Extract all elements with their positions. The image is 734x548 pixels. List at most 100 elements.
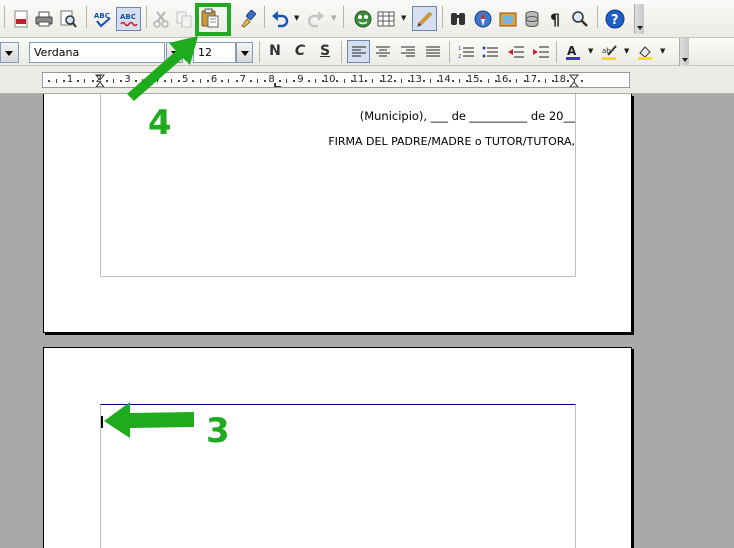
- ruler-tick: [120, 80, 123, 82]
- bold-button[interactable]: N: [265, 43, 285, 59]
- ruler-tick: [106, 80, 108, 82]
- underline-button[interactable]: S: [315, 43, 335, 59]
- ruler-number: 9: [297, 74, 304, 85]
- table-dropdown-icon[interactable]: ▼: [401, 14, 406, 22]
- ruler-tick: [286, 79, 287, 83]
- undo-icon[interactable]: [269, 8, 291, 30]
- font-name-field[interactable]: Verdana: [29, 42, 165, 63]
- navigator-icon[interactable]: [352, 8, 374, 30]
- cut-icon[interactable]: [150, 8, 172, 30]
- ruler-number: 5: [182, 74, 189, 85]
- ruler-tick: [221, 80, 224, 82]
- svg-text:ABC: ABC: [94, 12, 110, 20]
- ruler-number: 7: [239, 74, 246, 85]
- highlighting-icon[interactable]: ab: [598, 41, 620, 63]
- numbering-icon[interactable]: 12: [455, 41, 477, 63]
- ruler-tick: [62, 80, 65, 82]
- page2-text-area: [100, 404, 576, 548]
- ruler-tick: [314, 79, 316, 83]
- format-toolbar-overflow-icon[interactable]: [679, 38, 689, 66]
- increase-indent-icon[interactable]: [530, 41, 552, 63]
- show-draw-functions-icon[interactable]: [412, 6, 437, 31]
- ruler-tick: [574, 79, 575, 83]
- font-color-dropdown-icon[interactable]: ▼: [588, 47, 593, 55]
- horizontal-ruler[interactable]: 1 2 3 4 5 6 7 8 9 10 11 12 13 14 15 16 17 18: [42, 72, 630, 88]
- justify-icon[interactable]: [422, 41, 444, 63]
- ruler-number: 1: [66, 74, 74, 85]
- font-size-dropdown-icon[interactable]: [236, 42, 253, 63]
- paragraph-style-dropdown[interactable]: [0, 42, 19, 63]
- font-color-icon[interactable]: A: [562, 41, 584, 63]
- clone-formatting-icon[interactable]: [237, 8, 259, 30]
- ruler-number: 11: [351, 74, 365, 85]
- svg-text:?: ?: [611, 13, 619, 28]
- background-color-dropdown-icon[interactable]: ▼: [660, 47, 665, 55]
- undo-dropdown-icon[interactable]: ▼: [294, 14, 299, 22]
- ruler-tick: [163, 80, 166, 82]
- ruler-number: 4: [153, 74, 160, 85]
- font-name-dropdown-icon[interactable]: [166, 42, 183, 63]
- redo-dropdown-icon[interactable]: ▼: [331, 14, 336, 22]
- step4-label: 4: [148, 103, 172, 143]
- ruler-tick: [192, 80, 195, 82]
- align-left-icon[interactable]: [347, 40, 370, 63]
- ruler-tick: [458, 79, 460, 83]
- redo-icon[interactable]: [305, 8, 327, 30]
- toolbar-overflow-icon[interactable]: [634, 4, 644, 34]
- ruler-tick: [134, 80, 137, 82]
- ruler-number: 6: [210, 74, 218, 85]
- ruler-tick: [566, 80, 569, 82]
- ruler-tick: [466, 80, 468, 82]
- help-icon[interactable]: ?: [604, 8, 626, 30]
- ruler-tick: [206, 80, 209, 82]
- spellcheck-icon[interactable]: ABC: [92, 8, 114, 30]
- highlighting-dropdown-icon[interactable]: ▼: [624, 47, 629, 55]
- svg-text:A: A: [567, 44, 577, 58]
- ruler-tick: [350, 80, 353, 82]
- decrease-indent-icon[interactable]: [505, 41, 527, 63]
- ruler-tick: [278, 80, 281, 82]
- ruler-tick: [379, 80, 382, 82]
- align-right-icon[interactable]: [397, 41, 419, 63]
- compass-icon[interactable]: [472, 8, 494, 30]
- ruler-number: 13: [409, 74, 422, 85]
- font-size-field[interactable]: 12: [193, 42, 236, 63]
- gallery-icon[interactable]: [497, 8, 519, 30]
- svg-text:ABC: ABC: [120, 13, 136, 21]
- align-center-icon[interactable]: [372, 41, 394, 63]
- ruler-tick: [545, 79, 547, 83]
- print-preview-icon[interactable]: [57, 8, 79, 30]
- standard-toolbar: ABC ABC ▼ ▼ ▼ ¶ ?: [0, 0, 734, 38]
- table-icon[interactable]: [375, 8, 397, 30]
- ruler-tick: [228, 79, 230, 83]
- ruler-tick: [235, 80, 238, 82]
- copy-icon[interactable]: [173, 8, 195, 30]
- ruler-tick: [170, 79, 172, 83]
- autospellcheck-icon[interactable]: ABC: [116, 7, 141, 31]
- ruler-tick: [293, 80, 296, 82]
- svg-text:¶: ¶: [550, 10, 560, 29]
- svg-text:2: 2: [458, 54, 461, 60]
- italic-button[interactable]: C: [290, 43, 310, 59]
- export-pdf-icon[interactable]: [10, 8, 32, 30]
- step3-label: 3: [206, 411, 230, 451]
- print-icon[interactable]: [33, 8, 55, 30]
- zoom-icon[interactable]: [569, 8, 591, 30]
- background-color-icon[interactable]: [634, 41, 656, 63]
- ruler-number: 17: [524, 74, 538, 85]
- ruler-tick: [250, 80, 252, 82]
- find-replace-icon[interactable]: [447, 8, 469, 30]
- ruler-tick: [401, 79, 403, 83]
- document-page-2[interactable]: [43, 347, 632, 548]
- formatting-marks-icon[interactable]: ¶: [545, 8, 567, 30]
- ruler-tick: [494, 80, 497, 82]
- data-sources-icon[interactable]: [521, 8, 543, 30]
- ruler-number: 15: [466, 74, 480, 85]
- ruler-tick: [322, 80, 324, 82]
- document-page-1[interactable]: (Municipio), ___ de __________ de 20__ F…: [43, 92, 632, 333]
- bullets-icon[interactable]: [479, 41, 501, 63]
- ruler-tick: [178, 80, 180, 82]
- ruler-tick: [84, 79, 86, 83]
- ruler-tick: [149, 80, 152, 82]
- text-cursor: [101, 416, 103, 428]
